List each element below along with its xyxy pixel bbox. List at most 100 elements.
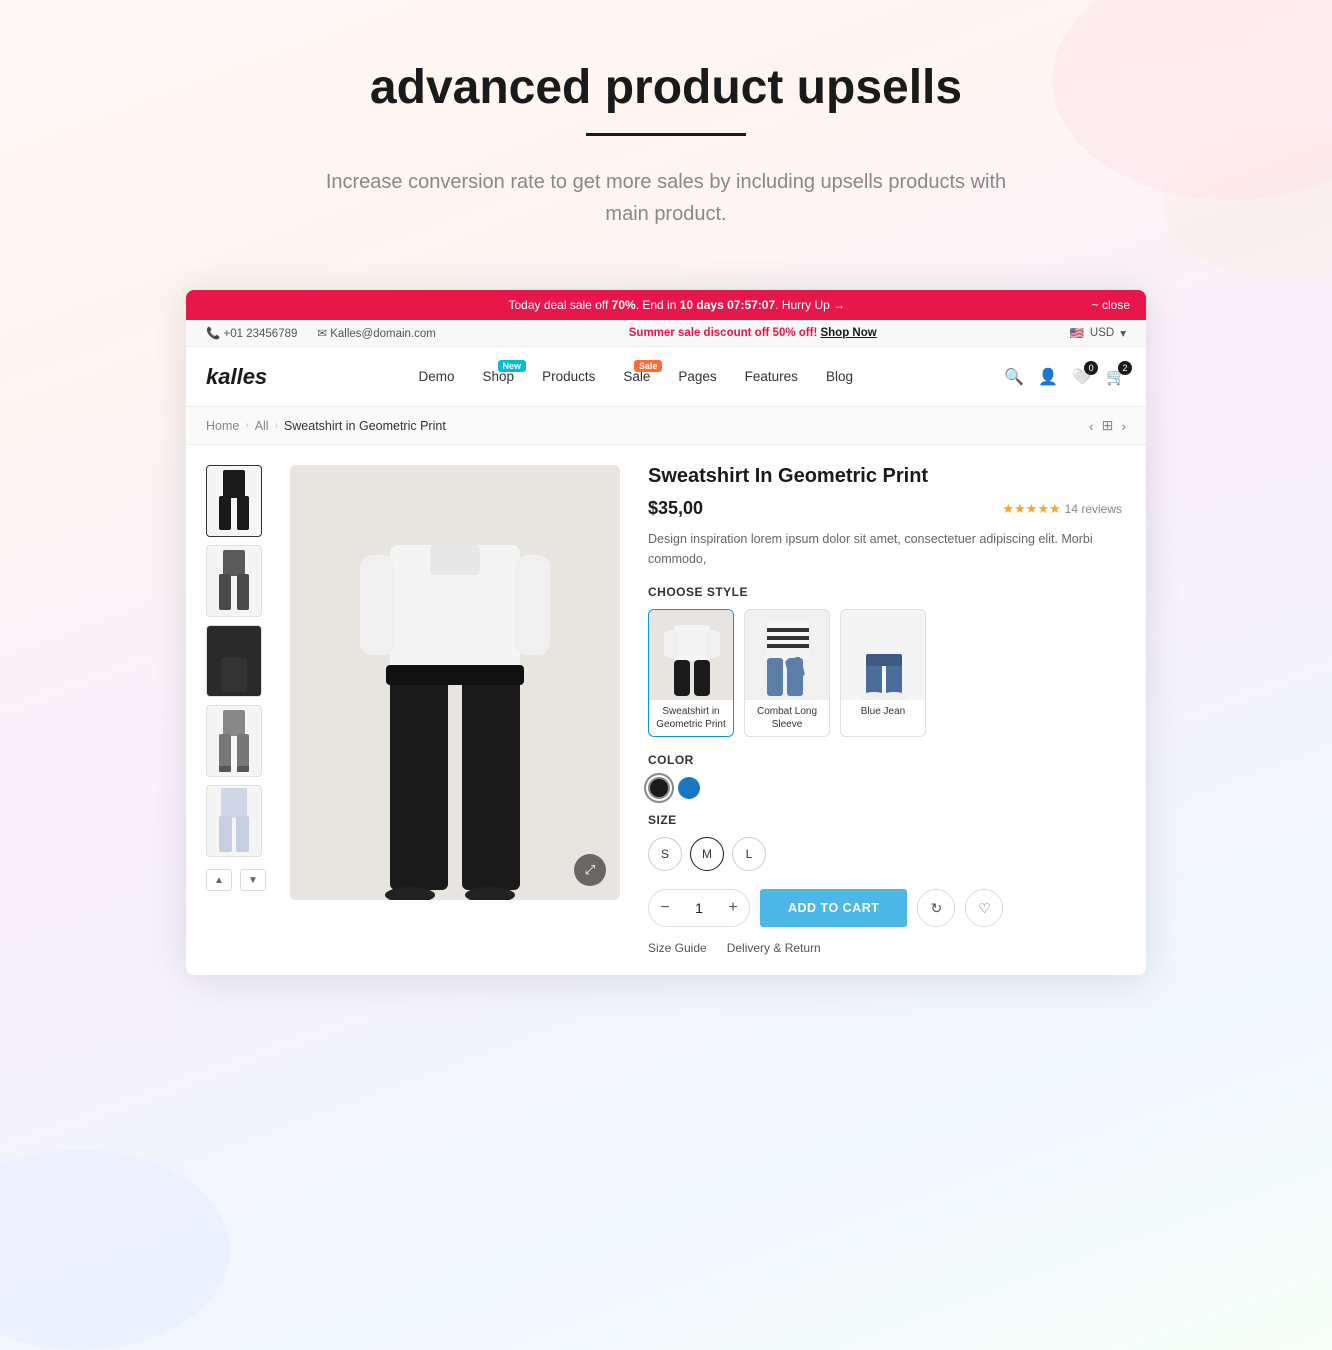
quantity-increase-button[interactable]: +	[717, 889, 749, 927]
breadcrumb-home[interactable]: Home	[206, 419, 239, 433]
page-title: advanced product upsells	[20, 60, 1312, 115]
color-options	[648, 777, 1122, 799]
top-bar-left: 📞 +01 23456789 ✉ Kalles@domain.com	[206, 326, 436, 340]
delivery-return-link[interactable]: Delivery & Return	[727, 941, 821, 955]
thumbnail-4[interactable]	[206, 705, 262, 777]
cart-button[interactable]: 🛒 2	[1106, 367, 1126, 387]
quantity-value: 1	[681, 900, 717, 916]
announcement-bar: Today deal sale off 70%. End in 10 days …	[186, 290, 1146, 320]
style-label-3: Blue Jean	[841, 700, 925, 723]
grid-view-button[interactable]: ⊞	[1102, 417, 1114, 434]
breadcrumb-nav: ‹ ⊞ ›	[1089, 417, 1126, 434]
wishlist-add-button[interactable]: ♡	[965, 889, 1003, 927]
size-options: S M L	[648, 837, 1122, 871]
top-bar-promo: Summer sale discount off 50% off! Shop N…	[629, 327, 877, 339]
currency-chevron-icon: ▾	[1120, 326, 1126, 340]
style-options: Sweatshirt in Geometric Print	[648, 609, 1122, 737]
size-label: SIZE	[648, 813, 1122, 827]
product-price-row: $35,00 ★★★★★ 14 reviews	[648, 498, 1122, 519]
sale-badge: Sale	[634, 360, 663, 372]
thumbnail-1[interactable]	[206, 465, 262, 537]
thumbnail-2[interactable]	[206, 545, 262, 617]
color-section: COLOR	[648, 753, 1122, 799]
color-blue[interactable]	[678, 777, 700, 799]
reviews-count[interactable]: 14 reviews	[1065, 502, 1122, 516]
nav-item-blog[interactable]: Blog	[812, 368, 867, 386]
color-label: COLOR	[648, 753, 1122, 767]
add-to-cart-button[interactable]: ADD TO CART	[760, 889, 907, 927]
top-bar-right: 🇺🇸 USD ▾	[1070, 326, 1126, 340]
size-m[interactable]: M	[690, 837, 724, 871]
announcement-close-button[interactable]: ~ close	[1092, 298, 1130, 312]
nav-item-shop[interactable]: Shop New	[469, 368, 529, 386]
breadcrumb-all[interactable]: All	[255, 419, 269, 433]
top-bar: 📞 +01 23456789 ✉ Kalles@domain.com Summe…	[186, 320, 1146, 347]
product-price: $35,00	[648, 498, 703, 519]
breadcrumb-current: Sweatshirt in Geometric Print	[284, 419, 446, 433]
account-button[interactable]: 👤	[1038, 367, 1058, 387]
thumb-prev-button[interactable]: ▲	[206, 869, 232, 891]
thumbnail-column: ▲ ▼	[206, 465, 266, 955]
size-l[interactable]: L	[732, 837, 766, 871]
page-subtitle: Increase conversion rate to get more sal…	[316, 166, 1016, 230]
compare-button[interactable]: ↻	[917, 889, 955, 927]
search-button[interactable]: 🔍	[1004, 367, 1024, 387]
nav-item-products[interactable]: Products	[528, 368, 609, 386]
quantity-decrease-button[interactable]: −	[649, 889, 681, 927]
nav-item-features[interactable]: Features	[731, 368, 812, 386]
breadcrumb: Home › All › Sweatshirt in Geometric Pri…	[206, 419, 446, 433]
style-option-3[interactable]: Blue Jean	[840, 609, 926, 737]
breadcrumb-bar: Home › All › Sweatshirt in Geometric Pri…	[186, 407, 1146, 445]
currency-selector[interactable]: USD	[1090, 327, 1114, 339]
product-rating: ★★★★★ 14 reviews	[1002, 501, 1122, 517]
nav-links: Demo Shop New Products Sale Sale Pages F…	[405, 368, 867, 386]
main-product-image: ⤢	[290, 465, 620, 900]
quantity-control: − 1 +	[648, 889, 750, 927]
thumb-nav: ▲ ▼	[206, 869, 266, 891]
thumbnail-5[interactable]	[206, 785, 262, 857]
product-layout: ▲ ▼	[186, 445, 1146, 975]
countdown-timer: 07:57:07	[727, 298, 775, 312]
product-details: Sweatshirt In Geometric Print $35,00 ★★★…	[644, 465, 1126, 955]
phone-number: 📞 +01 23456789	[206, 326, 297, 340]
zoom-button[interactable]: ⤢	[574, 854, 606, 886]
page-divider	[586, 133, 746, 136]
choose-style-label: CHOOSE STYLE	[648, 585, 1122, 599]
cart-row: − 1 + ADD TO CART ↻ ♡	[648, 889, 1122, 927]
store-frame: Today deal sale off 70%. End in 10 days …	[186, 290, 1146, 975]
product-name: Sweatshirt In Geometric Print	[648, 465, 1122, 488]
color-black[interactable]	[648, 777, 670, 799]
flag-icon: 🇺🇸	[1070, 326, 1084, 340]
style-label-2: Combat Long Sleeve	[745, 700, 829, 736]
new-badge: New	[498, 360, 527, 372]
style-option-1[interactable]: Sweatshirt in Geometric Print	[648, 609, 734, 737]
next-product-button[interactable]: ›	[1121, 418, 1126, 434]
nav-item-sale[interactable]: Sale Sale	[609, 368, 664, 386]
size-section: SIZE S M L	[648, 813, 1122, 871]
size-s[interactable]: S	[648, 837, 682, 871]
site-logo[interactable]: kalles	[206, 364, 267, 390]
style-option-2[interactable]: Combat Long Sleeve	[744, 609, 830, 737]
breadcrumb-sep-2: ›	[275, 420, 278, 431]
cart-count: 2	[1118, 361, 1132, 375]
thumb-next-button[interactable]: ▼	[240, 869, 266, 891]
thumbnail-3[interactable]	[206, 625, 262, 697]
nav-item-demo[interactable]: Demo	[405, 368, 469, 386]
announcement-text: Today deal sale off 70%. End in 10 days …	[262, 298, 1092, 312]
style-label-1: Sweatshirt in Geometric Print	[649, 700, 733, 736]
nav-icons: 🔍 👤 🤍 0 🛒 2	[1004, 367, 1126, 387]
size-guide-link[interactable]: Size Guide	[648, 941, 707, 955]
breadcrumb-sep-1: ›	[245, 420, 248, 431]
prev-product-button[interactable]: ‹	[1089, 418, 1094, 434]
wishlist-button[interactable]: 🤍 0	[1072, 367, 1092, 387]
main-nav: kalles Demo Shop New Products Sale Sale …	[186, 347, 1146, 407]
style-section: CHOOSE STYLE	[648, 585, 1122, 737]
product-links: Size Guide Delivery & Return	[648, 941, 1122, 955]
email-address: ✉ Kalles@domain.com	[317, 326, 435, 340]
shop-now-link[interactable]: Shop Now	[820, 327, 876, 339]
page-header: advanced product upsells Increase conver…	[0, 0, 1332, 270]
wishlist-count: 0	[1084, 361, 1098, 375]
product-description: Design inspiration lorem ipsum dolor sit…	[648, 529, 1122, 569]
star-icons: ★★★★★	[1002, 501, 1060, 517]
nav-item-pages[interactable]: Pages	[664, 368, 730, 386]
